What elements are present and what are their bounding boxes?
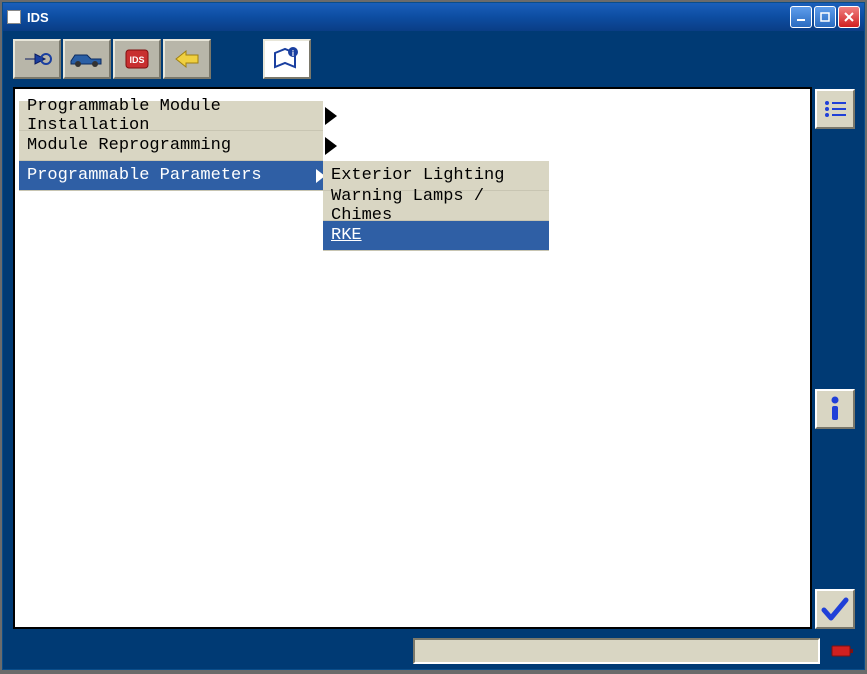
svg-text:IDS: IDS (129, 55, 144, 65)
submenu-item-label: Exterior Lighting (331, 166, 504, 185)
toolbar-connector-button[interactable] (13, 39, 61, 79)
submenu-arrow-icon (325, 137, 337, 155)
close-button[interactable] (838, 6, 860, 28)
body-area: Programmable Module Installation Module … (3, 87, 864, 635)
side-confirm-button[interactable] (815, 589, 855, 629)
minimize-icon (796, 12, 806, 22)
info-book-icon: i (271, 45, 303, 73)
submenu-item-label: Warning Lamps / Chimes (331, 187, 541, 225)
list-icon (822, 98, 848, 120)
menu-item-label: Programmable Module Installation (27, 97, 315, 135)
minimize-button[interactable] (790, 6, 812, 28)
toolbar-vehicle-button[interactable] (63, 39, 111, 79)
menu-item-pmi[interactable]: Programmable Module Installation (19, 101, 323, 131)
side-list-button[interactable] (815, 89, 855, 129)
toolbar-infobook-button[interactable]: i (263, 39, 311, 79)
submenu-item-warning[interactable]: Warning Lamps / Chimes (323, 191, 549, 221)
menu-item-params[interactable]: Programmable Parameters (19, 161, 323, 191)
close-icon (844, 12, 854, 22)
submenu-item-label: RKE (331, 226, 362, 245)
status-bar (3, 635, 864, 669)
status-battery-icon (828, 643, 858, 659)
toolbar-diagnostics-button[interactable]: IDS (113, 39, 161, 79)
yellow-arrow-icon (172, 48, 202, 70)
checkmark-icon (821, 596, 849, 622)
maximize-button[interactable] (814, 6, 836, 28)
toolbar-arrow-button[interactable] (163, 39, 211, 79)
info-icon (825, 395, 845, 423)
battery-icon (831, 643, 855, 659)
connector-icon (21, 47, 53, 71)
app-window: IDS (2, 2, 865, 670)
submenu-arrow-icon (325, 107, 337, 125)
main-menu: Programmable Module Installation Module … (19, 101, 323, 191)
submenu: Exterior Lighting Warning Lamps / Chimes… (323, 161, 549, 251)
menu-item-reprog[interactable]: Module Reprogramming (19, 131, 323, 161)
svg-text:i: i (292, 49, 294, 58)
menu-item-label: Module Reprogramming (27, 136, 231, 155)
window-title: IDS (27, 10, 784, 25)
status-input[interactable] (413, 638, 820, 664)
maximize-icon (820, 12, 830, 22)
titlebar: IDS (3, 3, 864, 31)
side-panel (812, 87, 858, 629)
window-controls (790, 6, 860, 28)
side-info-button[interactable] (815, 389, 855, 429)
app-icon (7, 10, 21, 24)
menu-item-label: Programmable Parameters (27, 166, 262, 185)
submenu-item-rke[interactable]: RKE (323, 221, 549, 251)
diagnostics-icon: IDS (122, 46, 152, 72)
vehicle-icon (69, 49, 105, 69)
toolbar: IDS i (3, 31, 864, 87)
main-panel: Programmable Module Installation Module … (13, 87, 812, 629)
